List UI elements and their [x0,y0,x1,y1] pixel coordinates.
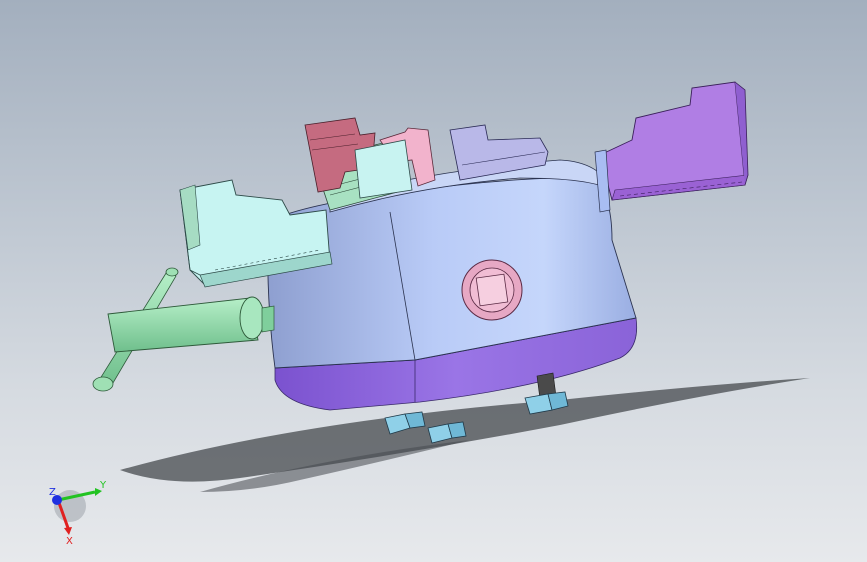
x-axis-arrow-icon [64,527,72,535]
jaw-cyan-upper[interactable] [354,139,413,199]
chuck-key-handle[interactable] [92,267,275,392]
graphics-viewport[interactable]: Y X Z [0,0,867,562]
jaw-purple[interactable] [594,81,749,213]
y-axis-label: Y [99,480,107,491]
model-scene[interactable] [0,0,867,562]
axis-triad: Y X Z [49,480,107,547]
key-socket[interactable] [461,259,523,321]
z-axis-label: Z [49,487,56,498]
x-axis-label: X [66,536,73,547]
